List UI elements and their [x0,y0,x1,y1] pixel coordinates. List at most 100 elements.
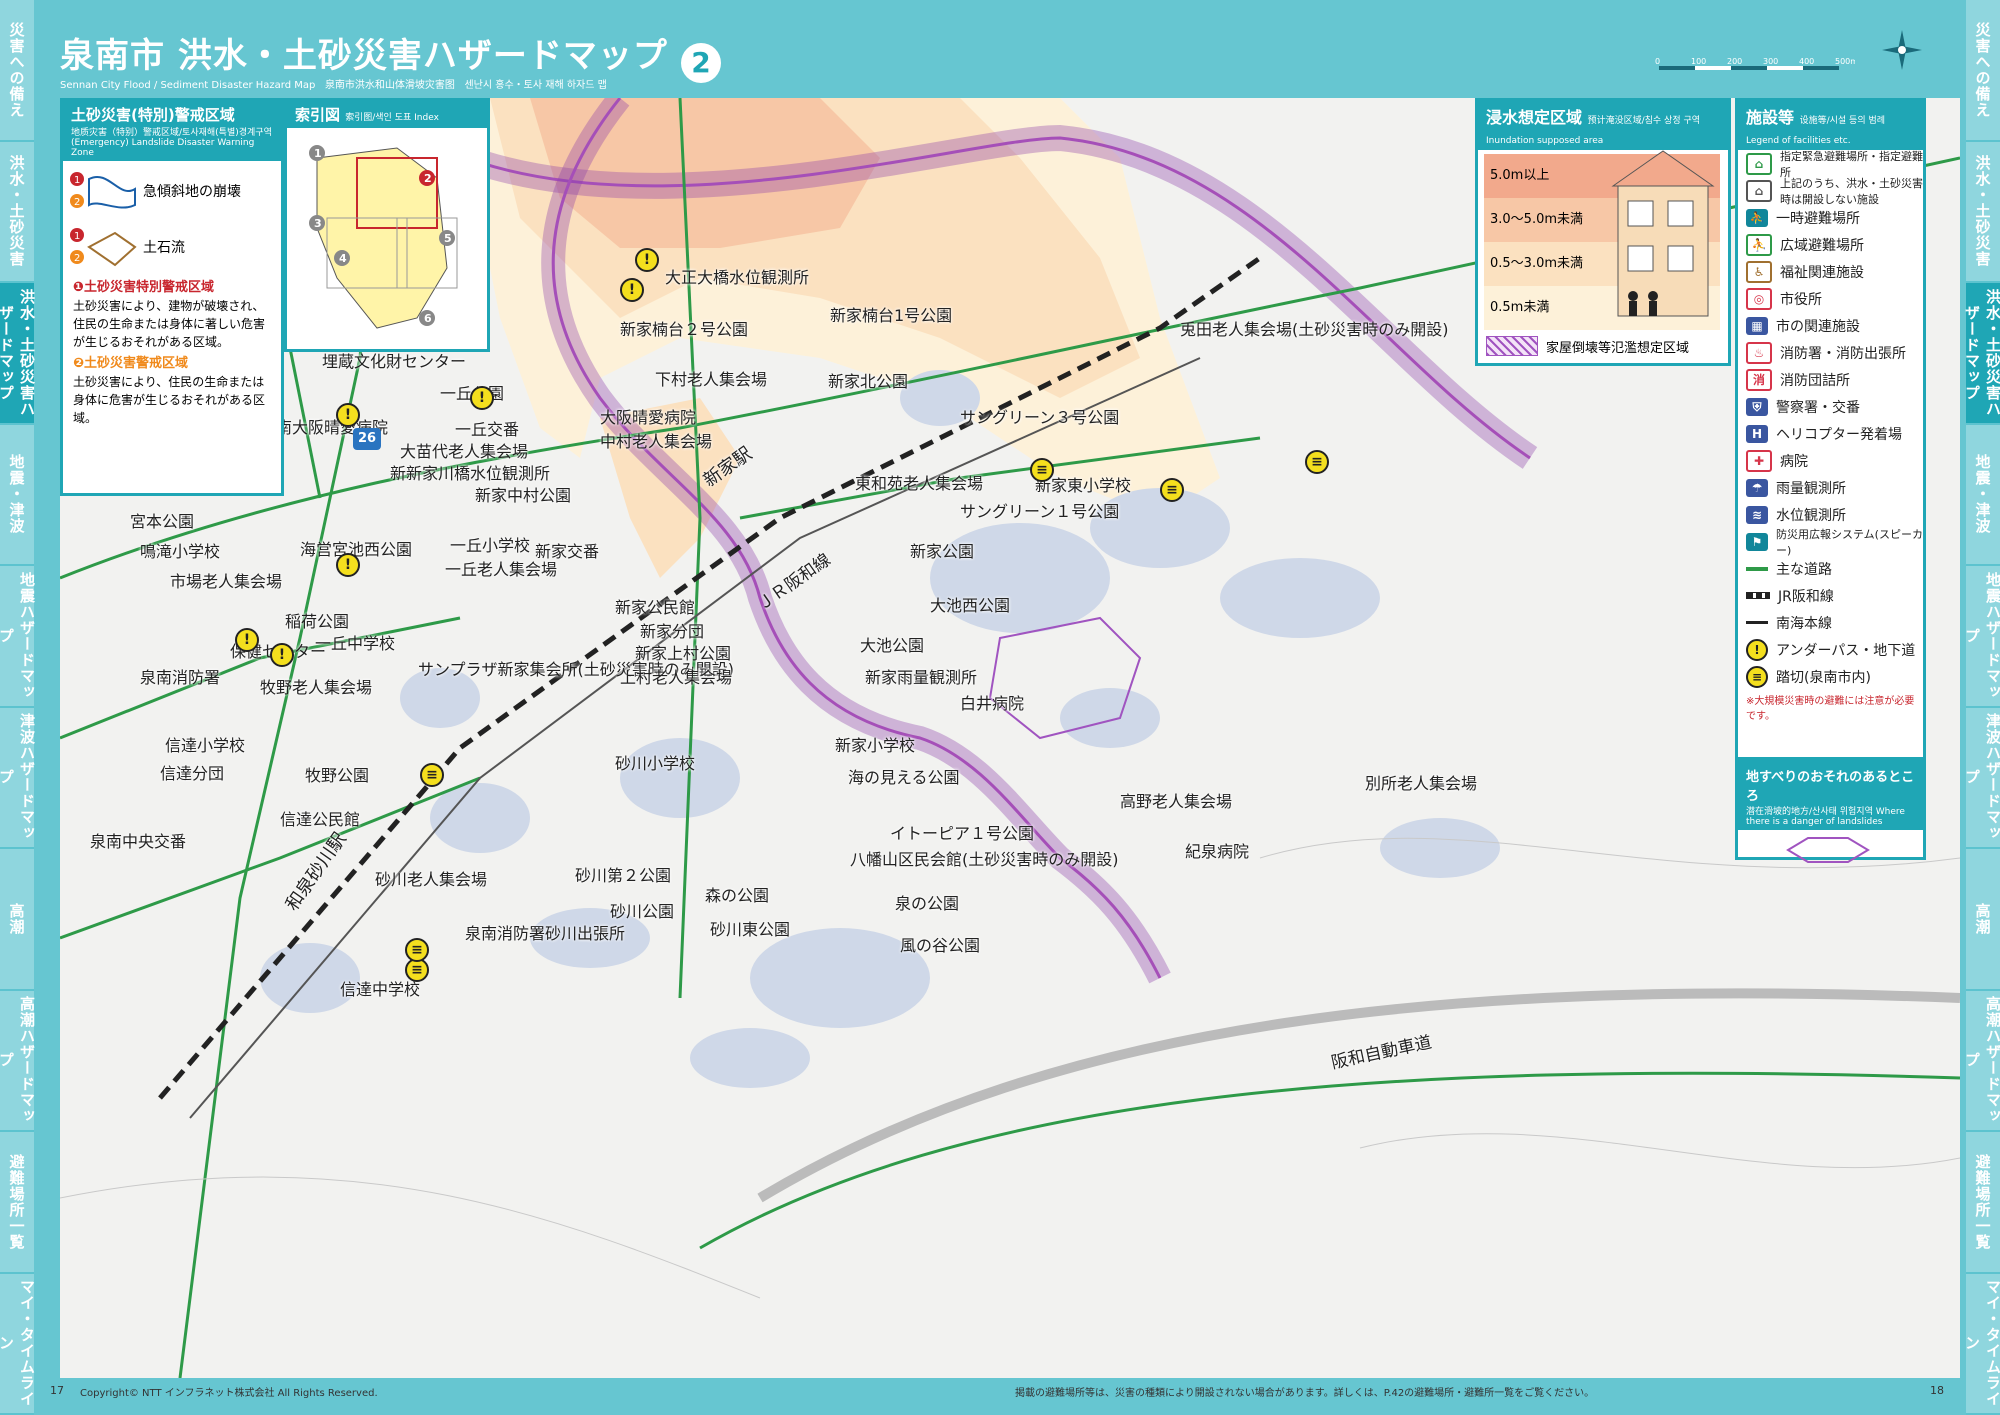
side-tab[interactable]: 津波ハザードマップ [1963,707,2000,849]
side-tab[interactable]: 洪水・土砂災害ハザードマップ [0,283,36,425]
map-place-label[interactable]: 海の見える公園 [848,764,960,788]
map-place-label[interactable]: 宮本公園 [130,508,194,532]
side-tab[interactable]: 高潮 [0,849,34,991]
side-tab[interactable]: 地震・津波 [0,424,34,566]
sediment-legend-subtitle: 地质灾害（特别）警戒区域/토사재해(특별)경계구역 (Emergency) La… [71,128,272,158]
crossing-marker[interactable]: ≡ [420,763,444,787]
facility-legend-label: 広域避難場所 [1780,237,1864,254]
crossing-marker[interactable]: ≡ [1030,458,1054,482]
evac-site-icon: ⌂ [1746,152,1772,175]
side-tab[interactable]: 地震ハザードマップ [0,566,36,708]
map-place-label[interactable]: 一丘老人集会場 [445,556,557,580]
index-map-diagram[interactable]: 1 2 3 4 5 6 [287,128,481,338]
steep-slope-label: 急傾斜地の崩壊 [143,184,241,200]
map-place-label[interactable]: 新家雨量観測所 [865,664,977,688]
map-place-label[interactable]: 高野老人集会場 [1120,788,1232,812]
side-tab[interactable]: 津波ハザードマップ [0,707,36,849]
side-tab[interactable]: マイ・タイムライン [0,1273,36,1415]
facility-legend-label: 市の関連施設 [1776,318,1860,335]
map-place-label[interactable]: 白井病院 [960,690,1024,714]
map-place-label[interactable]: 牧野老人集会場 [260,674,372,698]
map-place-label[interactable]: 砂川小学校 [615,750,695,774]
side-tab[interactable]: 洪水・土砂災害 [0,141,34,283]
underpass-marker[interactable]: ! [620,278,644,302]
map-place-label[interactable]: 新家中村公園 [475,482,571,506]
crossing-marker[interactable]: ≡ [1160,478,1184,502]
map-place-label[interactable]: 新家公園 [910,538,974,562]
map-place-label[interactable]: 兎田老人集会場(土砂災害時のみ開設) [1180,316,1449,340]
map-place-label[interactable]: 下村老人集会場 [655,366,767,390]
map-place-label[interactable]: 鳴滝小学校 [140,538,220,562]
map-place-label[interactable]: 大池西公園 [930,592,1010,616]
underpass-marker[interactable]: ! [635,248,659,272]
side-tab[interactable]: 避難場所一覧 [1966,1132,2000,1274]
map-place-label[interactable]: 大池公園 [860,632,924,656]
map-place-label[interactable]: 信達公民館 [280,806,360,830]
map-place-label[interactable]: 新家北公園 [828,368,908,392]
map-place-label[interactable]: 泉南消防署砂川出張所 [465,920,625,944]
side-tab[interactable]: 洪水・土砂災害 [1966,141,2000,283]
map-place-label[interactable]: 新家楠台２号公園 [620,316,748,340]
scale-tick-label: 0 [1655,57,1660,66]
side-tab[interactable]: マイ・タイムライン [1963,1273,2000,1415]
map-place-label[interactable]: 上村老人集会場 [620,664,732,688]
side-tab[interactable]: 地震・津波 [1966,424,2000,566]
crossing-marker[interactable]: ≡ [1305,450,1329,474]
collapse-zone-legend: 家屋倒壊等氾濫想定区域 [1478,330,1728,362]
map-place-label[interactable]: サングリーン３号公園 [960,404,1119,428]
facility-legend-item: ⛹ 広域避難場所 [1738,231,1923,258]
underpass-marker[interactable]: ! [336,403,360,427]
map-place-label[interactable]: 信達小学校 [165,732,245,756]
side-tab[interactable]: 災害への備え [0,0,34,142]
side-tab[interactable]: 高潮ハザードマップ [0,990,36,1132]
map-place-label[interactable]: 砂川老人集会場 [375,866,487,890]
side-tab[interactable]: 避難場所一覧 [0,1132,34,1274]
map-place-label[interactable]: 砂川公園 [610,898,674,922]
map-place-label[interactable]: 森の公園 [705,882,769,906]
map-place-label[interactable]: 信達中学校 [340,976,420,1000]
map-place-label[interactable]: 大苗代老人集会場 [400,438,528,462]
map-place-label[interactable]: 大阪晴愛病院 [600,404,696,428]
map-place-label[interactable]: 砂川第２公園 [575,862,671,886]
crossing-marker[interactable]: ≡ [405,938,429,962]
underpass-marker[interactable]: ! [470,386,494,410]
water-level-icon: ≋ [1746,505,1768,524]
map-place-label[interactable]: 一丘小学校 [450,532,530,556]
map-place-label[interactable]: 新新家川橋水位観測所 [390,460,550,484]
welfare-icon: ♿ [1746,260,1772,283]
map-place-label[interactable]: イトーピア１号公園 [890,820,1034,844]
map-place-label[interactable]: 泉南中央交番 [90,828,186,852]
side-tab[interactable]: 高潮ハザードマップ [1963,990,2000,1132]
map-place-label[interactable]: 一丘交番 [455,416,519,440]
map-place-label[interactable]: 紀泉病院 [1185,838,1249,862]
map-place-label[interactable]: 市場老人集会場 [170,568,282,592]
map-place-label[interactable]: 稲荷公園 [285,608,349,632]
map-place-label[interactable]: 新家公民館 [615,594,695,618]
side-tab[interactable]: 地震ハザードマップ [1963,566,2000,708]
side-tab[interactable]: 災害への備え [1966,0,2000,142]
underpass-marker[interactable]: ! [336,553,360,577]
map-place-label[interactable]: 別所老人集会場 [1365,770,1477,794]
map-place-label[interactable]: 砂川東公園 [710,916,790,940]
map-place-label[interactable]: 八幡山区民会館(土砂災害時のみ開設) [850,846,1119,870]
side-tab[interactable]: 洪水・土砂災害ハザードマップ [1963,283,2000,425]
underpass-marker[interactable]: ! [235,628,259,652]
facility-legend-label: 主な道路 [1776,561,1832,578]
index-map-panel: 索引図 索引图/색인 도표 Index 1 2 3 4 5 6 [284,98,490,352]
side-tab[interactable]: 高潮 [1966,849,2000,991]
map-place-label[interactable]: 中村老人集会場 [600,428,712,452]
map-place-label[interactable]: 東和苑老人集会場 [855,470,983,494]
map-place-label[interactable]: 新家分団 [640,618,704,642]
map-place-label[interactable]: 新家楠台1号公園 [830,302,952,326]
map-place-label[interactable]: 新家小学校 [835,732,915,756]
map-place-label[interactable]: 風の谷公園 [900,932,980,956]
underpass-marker[interactable]: ! [270,643,294,667]
facility-legend-list: ⌂ 指定緊急避難場所・指定避難所 ⌂ 上記のうち、洪水・土砂災害時は開設しない施設 ⛹ 一… [1738,150,1923,690]
map-place-label[interactable]: 牧野公園 [305,762,369,786]
map-place-label[interactable]: サングリーン１号公園 [960,498,1119,522]
map-place-label[interactable]: 泉の公園 [895,890,959,914]
map-place-label[interactable]: 一丘中学校 [315,630,395,654]
map-place-label[interactable]: 大正大橋水位観測所 [665,264,809,288]
map-place-label[interactable]: 泉南消防署 [140,664,220,688]
map-place-label[interactable]: 信達分団 [160,760,224,784]
